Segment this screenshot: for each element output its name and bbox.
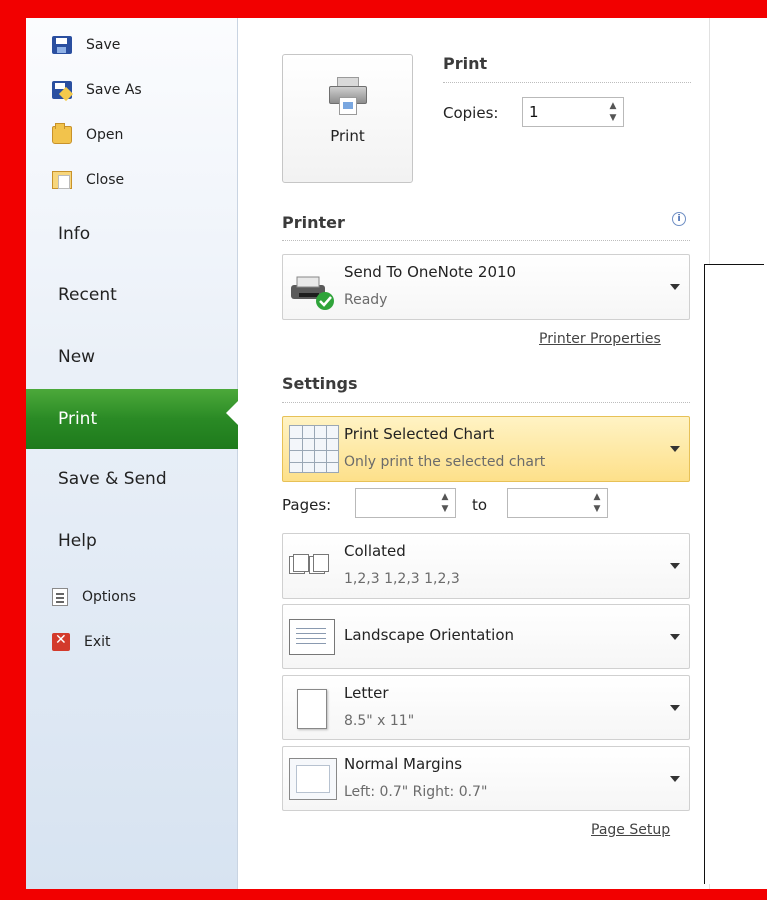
spin-up-icon[interactable]: ▲ — [439, 491, 451, 503]
letter-page-icon — [297, 689, 327, 729]
landscape-page-icon — [289, 619, 335, 655]
margins-dropdown[interactable]: Normal Margins Left: 0.7" Right: 0.7" — [282, 746, 690, 811]
divider — [282, 402, 690, 403]
save-icon — [52, 36, 72, 54]
sidebar-item-save-as[interactable]: Save As — [26, 73, 238, 107]
divider — [443, 82, 691, 83]
sidebar-item-print[interactable]: Print — [26, 389, 238, 449]
pages-from-input[interactable]: ▲ ▼ — [355, 488, 456, 518]
pages-to-label: to — [472, 496, 488, 514]
pages-to-input[interactable]: ▲ ▼ — [507, 488, 608, 518]
sidebar-item-save-send[interactable]: Save & Send — [26, 456, 238, 502]
paper-size-dropdown[interactable]: Letter 8.5" x 11" — [282, 675, 690, 740]
active-tab-notch — [226, 401, 238, 425]
exit-icon — [52, 632, 70, 651]
print-what-title: Print Selected Chart — [344, 425, 495, 443]
printer-dropdown[interactable]: Send To OneNote 2010 Ready — [282, 254, 690, 320]
chevron-down-icon — [670, 563, 680, 569]
copies-value: 1 — [529, 103, 539, 121]
printer-icon — [327, 77, 369, 117]
pages-label: Pages: — [282, 496, 332, 514]
sidebar-item-save[interactable]: Save — [26, 28, 238, 62]
settings-section-title: Settings — [282, 374, 358, 393]
margins-page-icon — [289, 758, 337, 800]
spin-down-icon[interactable]: ▼ — [439, 503, 451, 515]
spin-down-icon[interactable]: ▼ — [607, 112, 619, 124]
sidebar-item-recent[interactable]: Recent — [26, 272, 238, 318]
printer-properties-link[interactable]: Printer Properties — [539, 331, 661, 347]
sidebar-item-new[interactable]: New — [26, 334, 238, 380]
sidebar-item-close[interactable]: Close — [26, 163, 238, 197]
chevron-down-icon — [670, 634, 680, 640]
spin-up-icon[interactable]: ▲ — [607, 100, 619, 112]
printer-section-title: Printer — [282, 213, 345, 232]
printer-status-icon — [289, 263, 339, 313]
margins-title: Normal Margins — [344, 755, 463, 773]
sidebar-item-exit[interactable]: Exit — [26, 625, 238, 659]
copies-spinner[interactable]: 1 ▲ ▼ — [522, 97, 624, 127]
print-settings-panel: Print Print Copies: 1 ▲ ▼ Printer i Send… — [239, 18, 709, 889]
print-what-subtitle: Only print the selected chart — [344, 454, 546, 470]
sidebar-item-label: Close — [86, 172, 125, 188]
collation-subtitle: 1,2,3 1,2,3 1,2,3 — [344, 571, 460, 587]
sidebar-item-label: Save — [86, 37, 121, 53]
copies-label: Copies: — [443, 104, 499, 122]
sidebar-item-info[interactable]: Info — [26, 211, 238, 257]
divider — [282, 240, 690, 241]
chevron-down-icon — [670, 284, 680, 290]
sidebar-item-options[interactable]: Options — [26, 580, 238, 614]
sidebar-item-label: Save As — [86, 82, 142, 98]
spin-up-icon[interactable]: ▲ — [591, 491, 603, 503]
sidebar-item-label: Exit — [84, 634, 111, 650]
orientation-title: Landscape Orientation — [344, 626, 515, 644]
backstage-view: Save Save As Open Close Info Recent New … — [26, 18, 767, 889]
collation-dropdown[interactable]: Collated 1,2,3 1,2,3 1,2,3 — [282, 533, 690, 599]
chevron-down-icon — [670, 776, 680, 782]
open-folder-icon — [52, 123, 72, 144]
print-button-label: Print — [330, 127, 365, 145]
page-setup-link[interactable]: Page Setup — [591, 822, 670, 838]
orientation-dropdown[interactable]: Landscape Orientation — [282, 604, 690, 669]
info-icon[interactable]: i — [672, 212, 686, 226]
sidebar-item-open[interactable]: Open — [26, 118, 238, 152]
print-button[interactable]: Print — [282, 54, 413, 183]
printer-status: Ready — [344, 292, 388, 308]
sidebar-item-label: Open — [86, 127, 124, 143]
paper-size-title: Letter — [344, 684, 389, 702]
spin-down-icon[interactable]: ▼ — [591, 503, 603, 515]
save-as-icon — [52, 81, 72, 99]
chevron-down-icon — [670, 446, 680, 452]
sidebar-item-label: Options — [82, 589, 137, 605]
print-what-dropdown[interactable]: Print Selected Chart Only print the sele… — [282, 416, 690, 482]
sidebar-item-help[interactable]: Help — [26, 518, 238, 564]
collated-pages-icon — [289, 552, 341, 578]
paper-size-subtitle: 8.5" x 11" — [344, 713, 415, 729]
printer-name: Send To OneNote 2010 — [344, 263, 517, 281]
options-icon — [52, 588, 68, 606]
print-section-title: Print — [443, 54, 488, 73]
print-preview-page — [704, 264, 764, 884]
backstage-sidebar: Save Save As Open Close Info Recent New … — [26, 18, 238, 889]
close-folder-icon — [52, 171, 72, 189]
margins-subtitle: Left: 0.7" Right: 0.7" — [344, 784, 488, 800]
collation-title: Collated — [344, 542, 406, 560]
chevron-down-icon — [670, 705, 680, 711]
selection-grid-icon — [289, 425, 339, 473]
